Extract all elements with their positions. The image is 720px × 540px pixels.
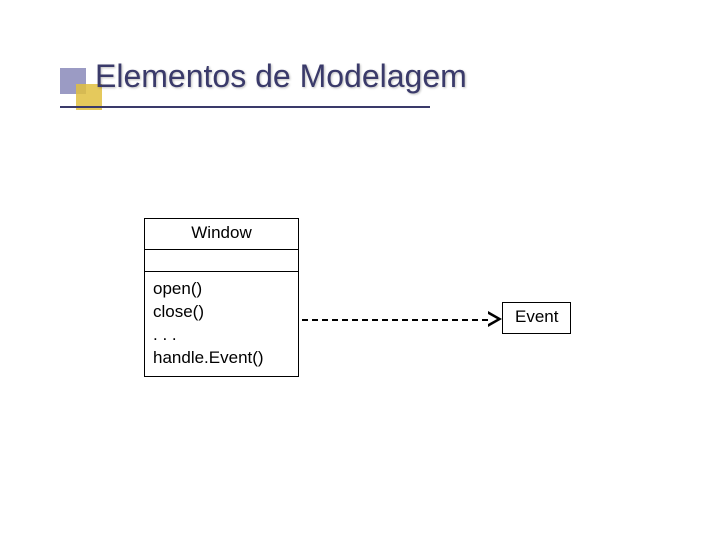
slide-title: Elementos de Modelagem	[95, 58, 680, 101]
uml-class-name: Window	[145, 219, 298, 249]
uml-operation: close()	[153, 301, 292, 324]
uml-class-window: Window open() close() . . . handle.Event…	[144, 218, 299, 377]
uml-class-event: Event	[502, 302, 571, 334]
uml-operation: open()	[153, 278, 292, 301]
dependency-arrow	[302, 312, 502, 328]
arrowhead-icon	[488, 311, 502, 327]
uml-class-name: Event	[515, 307, 558, 326]
uml-operation: . . .	[153, 324, 292, 347]
title-underline	[60, 106, 430, 108]
title-area: Elementos de Modelagem	[95, 58, 680, 101]
uml-operation: handle.Event()	[153, 347, 292, 370]
uml-operations-compartment: open() close() . . . handle.Event()	[145, 271, 298, 376]
uml-attributes-compartment	[145, 249, 298, 271]
dependency-line	[302, 319, 488, 321]
